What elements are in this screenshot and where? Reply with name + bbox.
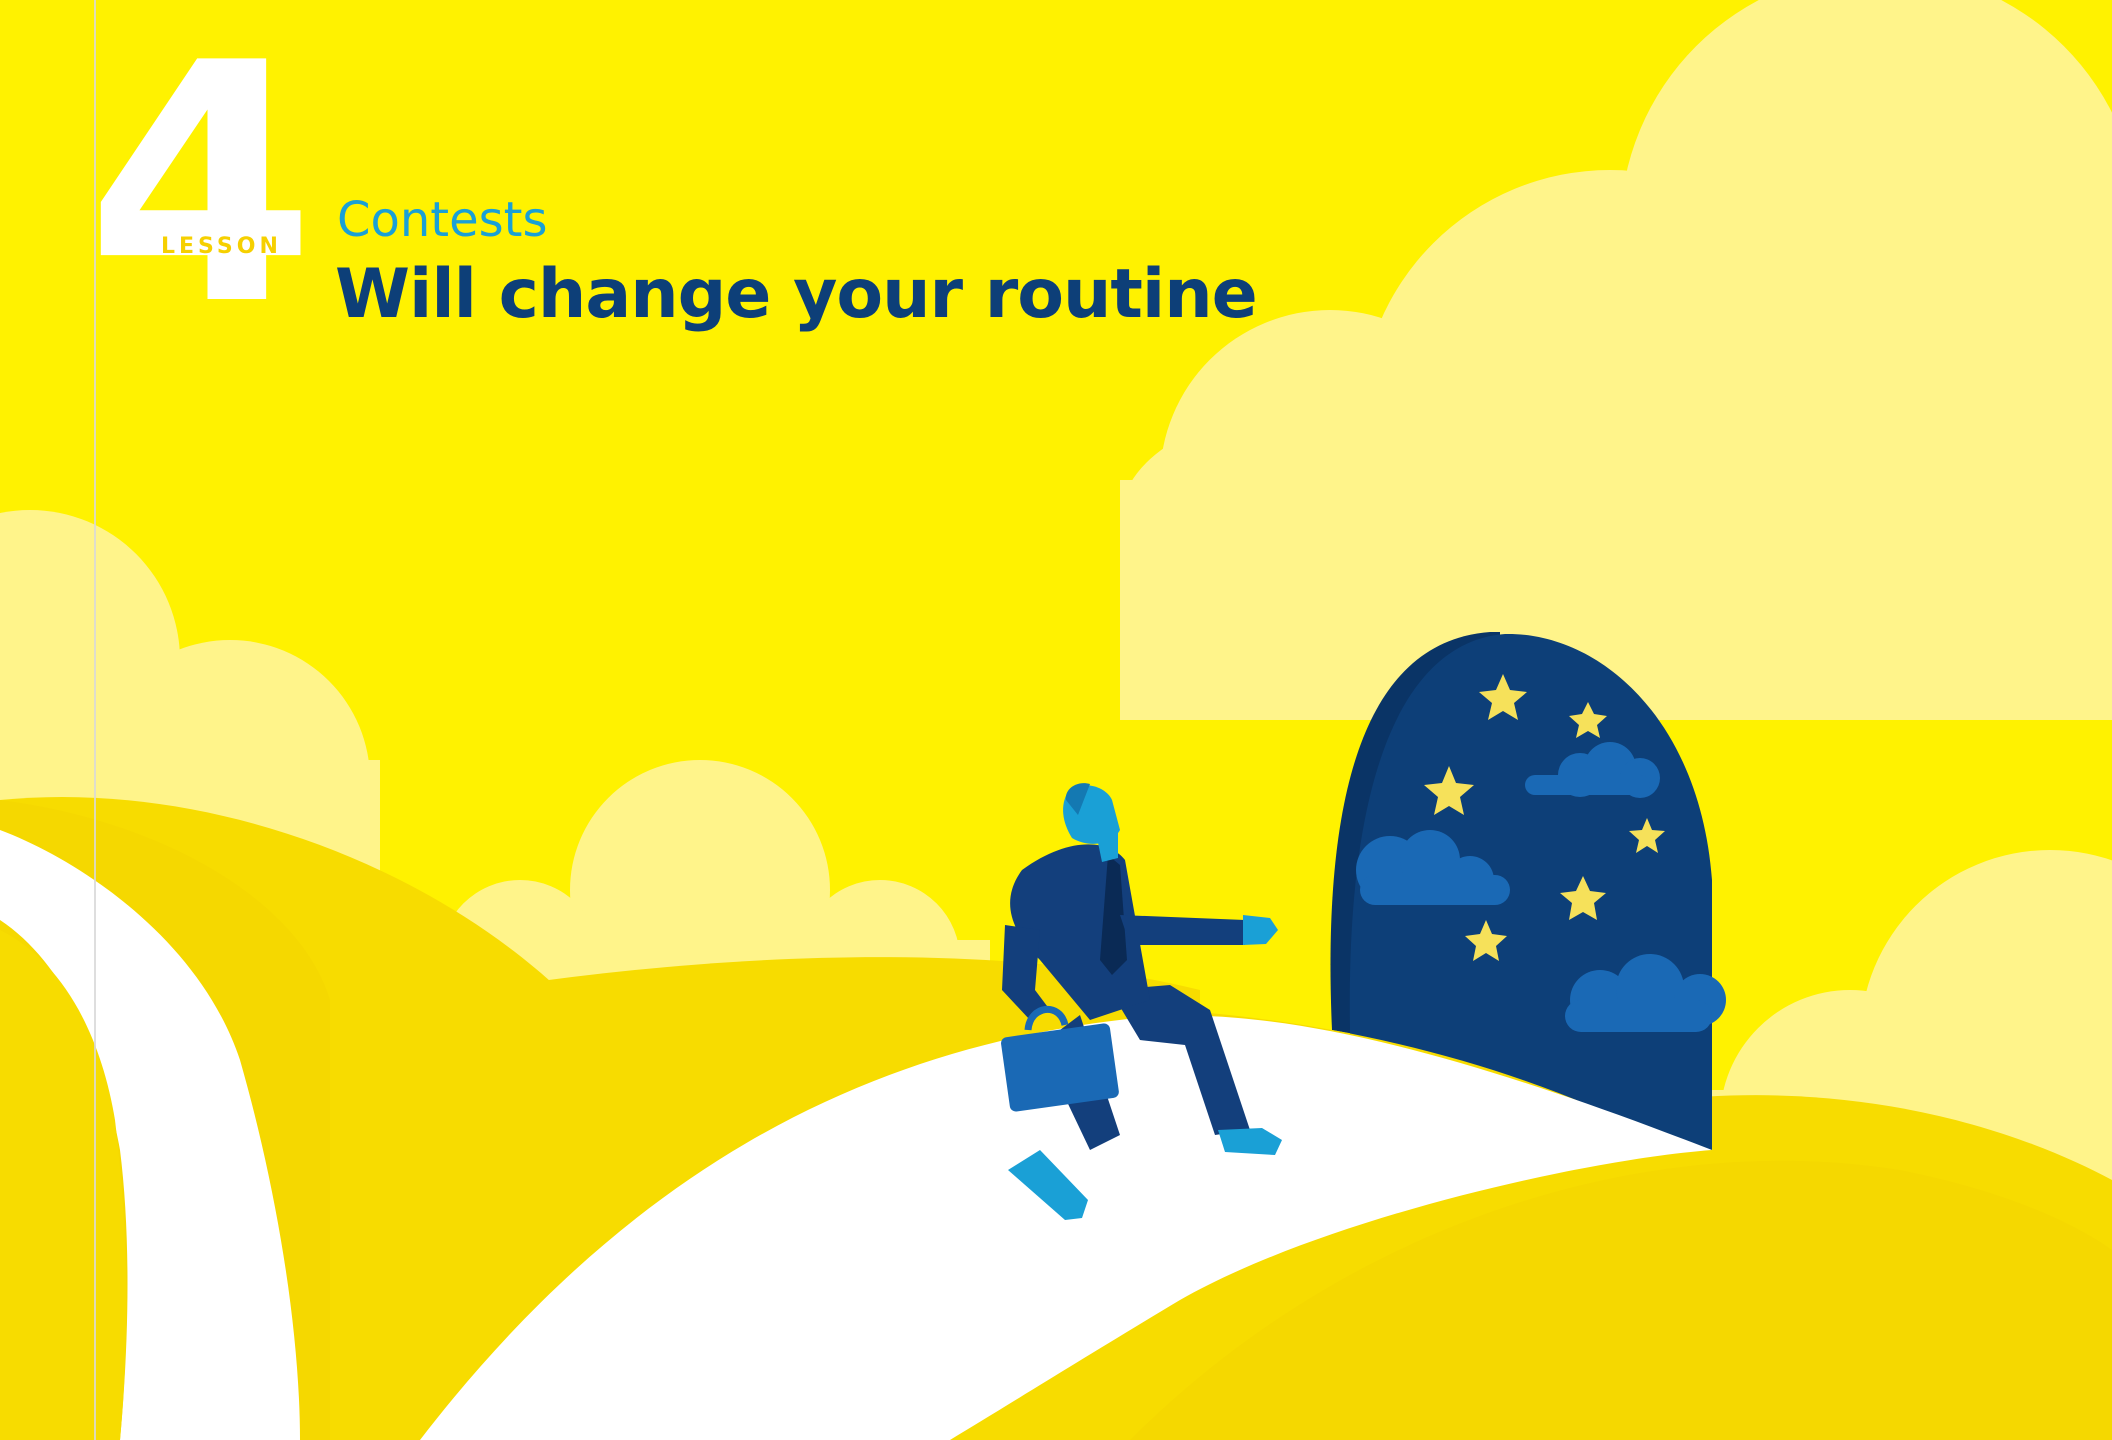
lesson-label: LESSON [161, 234, 282, 259]
section-kicker: Contests [337, 192, 548, 248]
illustration-scene [0, 0, 2112, 1440]
lesson-number: 4 [86, 0, 316, 377]
page-headline: Will change your routine [335, 255, 1258, 334]
